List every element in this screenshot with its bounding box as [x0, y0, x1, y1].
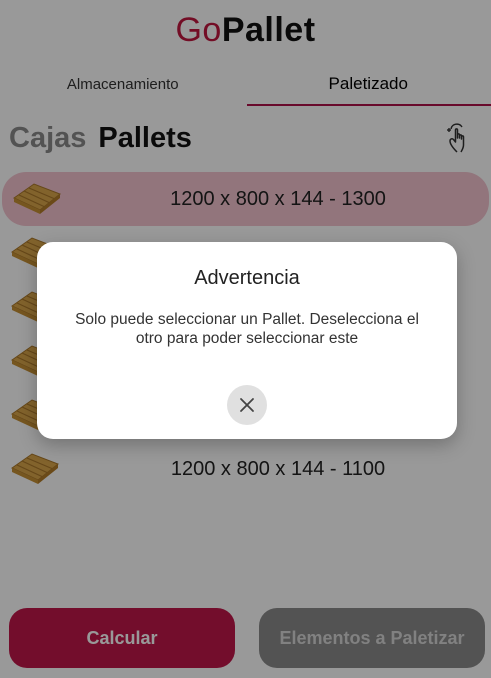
dialog-message: Solo puede seleccionar un Pallet. Desele…	[75, 311, 419, 347]
dialog-close-button[interactable]	[227, 385, 267, 425]
close-icon	[240, 398, 254, 412]
app-screen: GoPallet Almacenamiento Paletizado Cajas…	[0, 0, 491, 678]
dialog-title: Advertencia	[194, 267, 300, 289]
warning-dialog: Advertencia Solo puede seleccionar un Pa…	[37, 242, 457, 439]
